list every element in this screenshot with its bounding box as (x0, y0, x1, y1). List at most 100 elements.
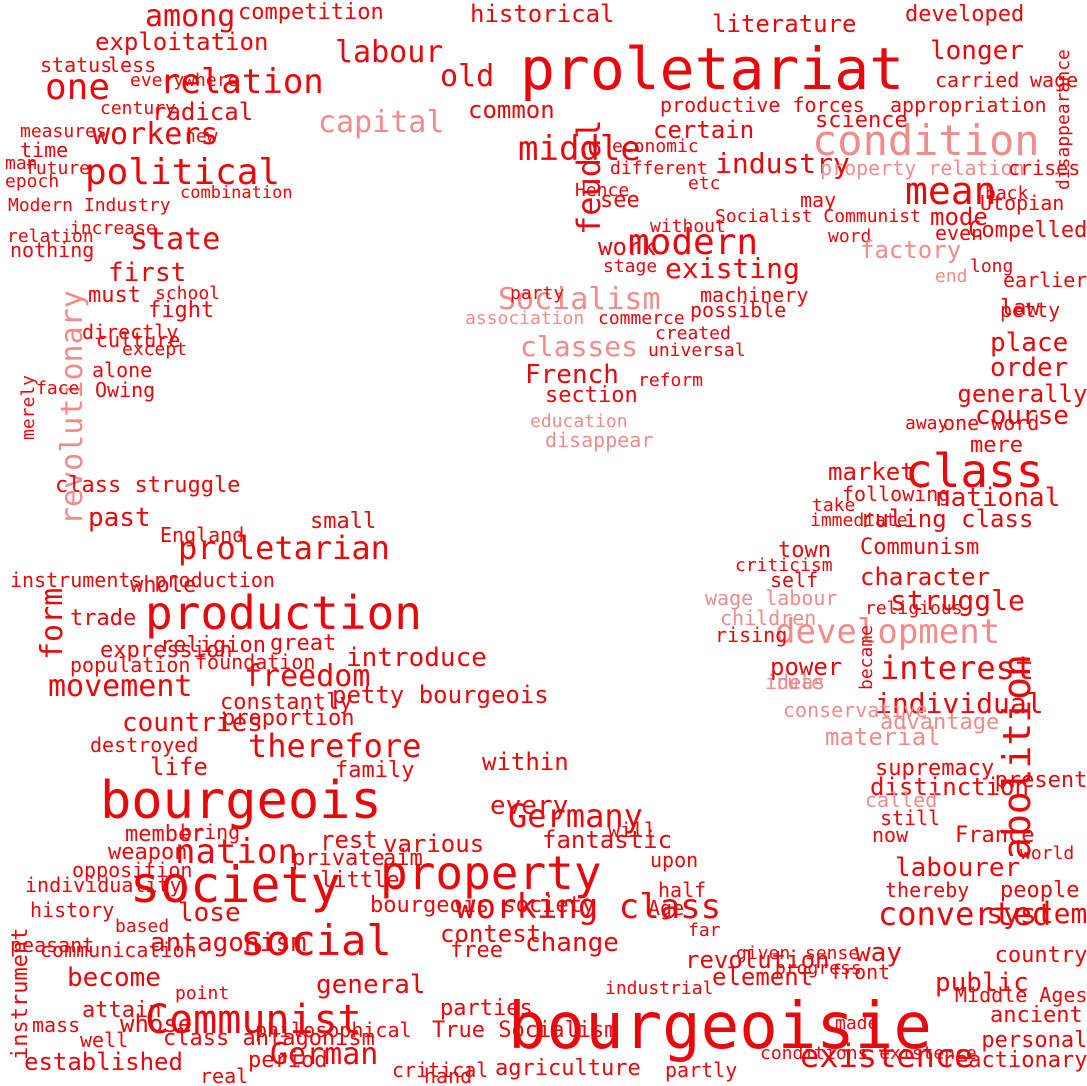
cloud-word: old (440, 59, 495, 94)
cloud-word: based (115, 916, 170, 937)
cloud-word: section (545, 383, 638, 408)
cloud-word: partly (665, 1058, 738, 1082)
cloud-word: individuality (25, 873, 182, 897)
cloud-word: aim (383, 846, 423, 871)
cloud-word: Middle Ages (955, 983, 1087, 1007)
cloud-word: increase (70, 218, 157, 239)
cloud-word: True Socialism (432, 1018, 618, 1043)
cloud-word: destroyed (90, 733, 199, 757)
cloud-word: petty bourgeois (332, 681, 549, 709)
cloud-word: proletariat (520, 35, 905, 103)
cloud-word: workers (92, 117, 219, 152)
cloud-word: class struggle (55, 473, 241, 498)
cloud-word: century (100, 98, 176, 119)
cloud-word: disappear (545, 428, 654, 452)
cloud-word: England (160, 523, 245, 547)
cloud-word: combination (180, 183, 293, 203)
cloud-word: upon (650, 848, 699, 872)
cloud-word: developed (905, 2, 1025, 27)
cloud-word: common (468, 96, 555, 124)
cloud-word: great (270, 631, 337, 656)
cloud-word: may (800, 188, 837, 212)
cloud-word: market (828, 458, 915, 486)
cloud-word: must (88, 283, 141, 308)
cloud-word: long (970, 256, 1014, 277)
cloud-word: ancient (990, 1003, 1083, 1028)
cloud-word: place (990, 328, 1069, 358)
cloud-word: earlier (1003, 268, 1087, 292)
cloud-word: advantage (880, 710, 1000, 735)
cloud-word: bring (180, 820, 241, 844)
word-cloud: proletariat bourgeoisie bourgeois condition… (0, 0, 1087, 1086)
cloud-word: measures (20, 121, 107, 142)
cloud-word: petty (1000, 298, 1061, 322)
cloud-word: small (310, 509, 377, 534)
cloud-word: converted (878, 895, 1052, 933)
cloud-word: trade (70, 606, 137, 631)
cloud-word: status (40, 53, 113, 77)
cloud-word: existing (665, 252, 800, 285)
cloud-word: labour (335, 35, 444, 70)
cloud-word: introduce (346, 643, 487, 673)
cloud-word: mere (970, 433, 1023, 458)
cloud-word: capital (318, 105, 445, 140)
cloud-word: instruments production (10, 568, 275, 592)
cloud-word: front (830, 960, 891, 984)
cloud-word: become (67, 963, 161, 993)
cloud-word: appropriation (890, 93, 1047, 117)
cloud-word: literature (712, 10, 857, 38)
cloud-word: past (88, 503, 151, 533)
cloud-word: constantly (220, 690, 353, 715)
cloud-word: point (175, 983, 230, 1004)
cloud-word: little (320, 868, 400, 893)
cloud-word: philosophical (255, 1018, 412, 1042)
cloud-word: immediate (810, 510, 908, 531)
cloud-word: period (248, 1048, 328, 1073)
cloud-word: universal (648, 340, 746, 361)
cloud-word: hand (424, 1064, 473, 1086)
cloud-word: became (856, 624, 877, 690)
cloud-word: among (145, 0, 236, 34)
cloud-word: religious (865, 598, 963, 619)
cloud-word: self (770, 568, 819, 592)
cloud-word: made (835, 1013, 879, 1034)
cloud-word: face (36, 378, 80, 399)
cloud-word: possible (690, 298, 787, 322)
cloud-word: carried (935, 68, 1020, 92)
cloud-word: Communism (860, 535, 980, 560)
cloud-word: work (598, 233, 656, 261)
cloud-word: within (482, 748, 569, 776)
cloud-word: rule (775, 670, 824, 694)
cloud-word: Compelled (968, 218, 1087, 243)
cloud-word: science (815, 108, 908, 133)
cloud-word: parties (440, 996, 533, 1021)
cloud-word: alone (92, 358, 153, 382)
cloud-word: town (778, 538, 831, 563)
cloud-word: economic (612, 136, 699, 157)
cloud-word: disappearance (1053, 49, 1074, 190)
cloud-word: reform (638, 370, 704, 391)
cloud-word: following (842, 482, 951, 506)
cloud-word: rising (715, 623, 788, 647)
cloud-word: instrument (8, 927, 33, 1060)
cloud-word: whose (120, 1010, 193, 1038)
cloud-word: classes (520, 330, 639, 363)
cloud-word: party (510, 283, 565, 304)
cloud-word: conditions existence (760, 1043, 977, 1064)
cloud-word: one word (943, 411, 1040, 435)
cloud-word: country (994, 943, 1087, 968)
cloud-word: present (994, 768, 1087, 793)
cloud-word: epoch (5, 171, 60, 192)
cloud-word: population (70, 653, 191, 677)
cloud-word: order (990, 353, 1069, 383)
cloud-word: private (292, 846, 385, 871)
cloud-word: form (35, 587, 70, 660)
cloud-word: far (688, 920, 721, 941)
cloud-word: longer (930, 36, 1024, 66)
cloud-word: life (150, 753, 208, 781)
cloud-word: history (30, 898, 115, 922)
cloud-word: competition (238, 0, 384, 25)
cloud-word: contest (440, 920, 542, 948)
cloud-word: Age (648, 896, 685, 920)
cloud-word: family (335, 758, 415, 783)
